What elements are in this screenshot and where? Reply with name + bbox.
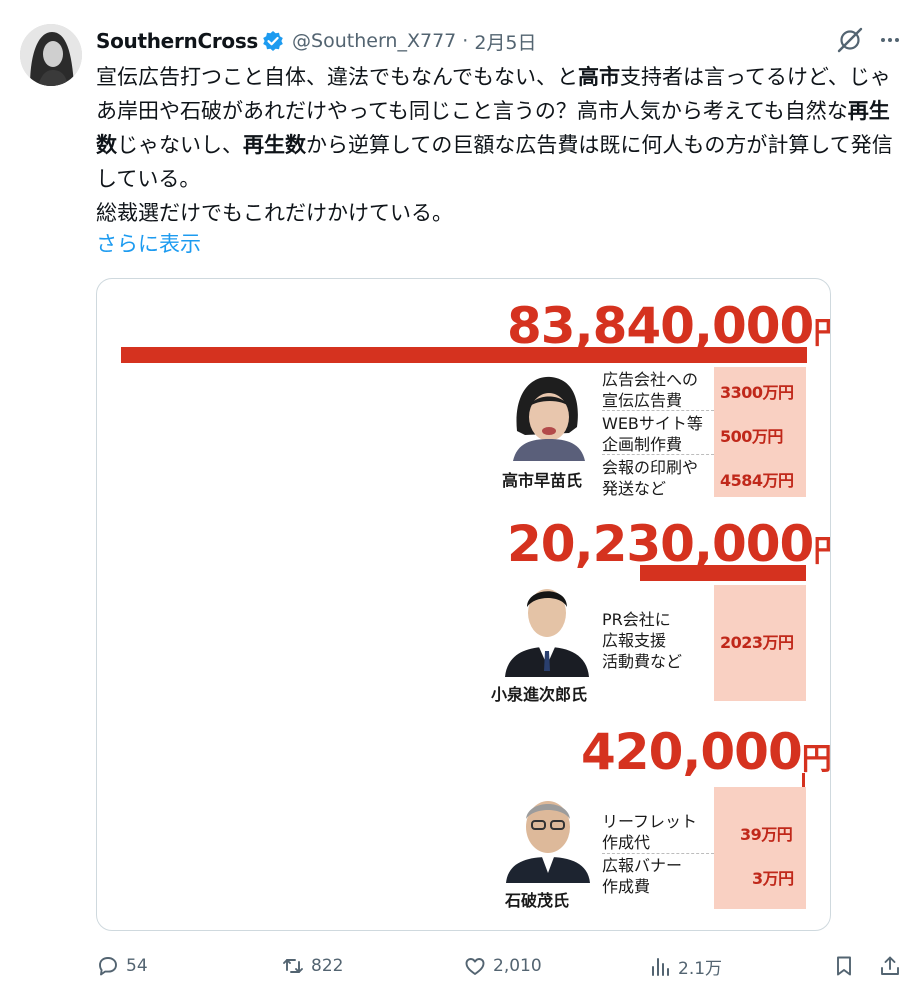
item-label: 広報バナー 作成費 — [602, 856, 683, 896]
item-amount: 39万円 — [740, 825, 793, 844]
reply-button[interactable]: 54 — [96, 954, 148, 978]
tweet-header: SouthernCross @Southern_X777 · 2月5日 — [96, 26, 537, 56]
item-amount: 4584万円 — [720, 471, 794, 490]
portrait-takaichi — [499, 371, 595, 461]
avatar[interactable] — [20, 24, 82, 86]
share-icon — [881, 956, 899, 975]
views-chart-icon — [652, 957, 669, 976]
tweet-date[interactable]: 2月5日 — [474, 28, 536, 55]
item-label: PR会社に 広報支援 活動費など — [602, 610, 683, 671]
portrait-koizumi — [499, 579, 595, 677]
item-amount: 3300万円 — [720, 383, 794, 402]
divider — [602, 410, 714, 411]
author-handle[interactable]: @Southern_X777 — [292, 30, 456, 52]
item-label: 広告会社への 宣伝広告費 — [602, 370, 699, 410]
verified-badge-icon — [262, 30, 284, 52]
tweet-text-segment: 宣伝広告打つこと自体、違法でもなんでもない、と — [96, 65, 578, 89]
retweet-icon — [283, 959, 303, 973]
like-button[interactable]: 2,010 — [463, 954, 542, 978]
more-options-icon[interactable] — [874, 24, 906, 56]
divider — [602, 853, 714, 854]
tweet-actions: 54 822 2,010 2.1万 — [0, 950, 913, 990]
tweet-text: 宣伝広告打つこと自体、違法でもなんでもない、と高市支持者は言ってるけど、じゃあ岸… — [96, 60, 896, 230]
bookmark-button[interactable] — [832, 954, 856, 978]
grok-icon[interactable] — [834, 24, 866, 56]
views-button[interactable]: 2.1万 — [648, 954, 722, 979]
retweet-count: 822 — [311, 956, 344, 976]
amount-bar-koizumi — [640, 565, 806, 581]
bookmark-icon — [837, 956, 851, 976]
heart-icon — [465, 958, 485, 975]
author-display-name[interactable]: SouthernCross — [96, 29, 258, 53]
tweet-text-segment: 総裁選だけでもこれだけかけている。 — [96, 201, 453, 225]
show-more-link[interactable]: さらに表示 — [96, 228, 201, 258]
like-count: 2,010 — [493, 956, 542, 976]
share-button[interactable] — [878, 954, 902, 978]
item-label: WEBサイト等 企画制作費 — [602, 414, 703, 454]
amount-bar-ishiba — [802, 773, 805, 787]
divider — [602, 454, 714, 455]
amount-column-ishiba — [714, 787, 806, 909]
amount-bar-takaichi — [121, 347, 807, 363]
total-amount-ishiba: 420,000円 — [581, 723, 831, 781]
tweet-text-bold: 再生数 — [243, 133, 306, 157]
item-amount: 3万円 — [752, 869, 794, 888]
tweet-text-bold: 高市 — [577, 65, 620, 89]
portrait-ishiba — [502, 789, 594, 883]
item-amount: 2023万円 — [720, 633, 794, 652]
reply-count: 54 — [126, 956, 148, 976]
separator-dot: · — [462, 30, 469, 52]
person-name-ishiba: 石破茂氏 — [505, 891, 570, 910]
person-name-koizumi: 小泉進次郎氏 — [491, 685, 588, 704]
reply-icon — [99, 957, 117, 976]
person-name-takaichi: 高市早苗氏 — [502, 471, 583, 490]
tweet-text-segment: じゃないし、 — [117, 133, 243, 157]
tweet-media-image[interactable]: 83,840,000円 高市早苗氏 広告会社への 宣伝広告費 3300万円 WE… — [96, 278, 831, 931]
item-amount: 500万円 — [720, 427, 783, 446]
view-count: 2.1万 — [678, 959, 723, 979]
item-label: 会報の印刷や 発送など — [602, 458, 699, 498]
retweet-button[interactable]: 822 — [281, 954, 343, 978]
item-label: リーフレット 作成代 — [602, 812, 698, 852]
